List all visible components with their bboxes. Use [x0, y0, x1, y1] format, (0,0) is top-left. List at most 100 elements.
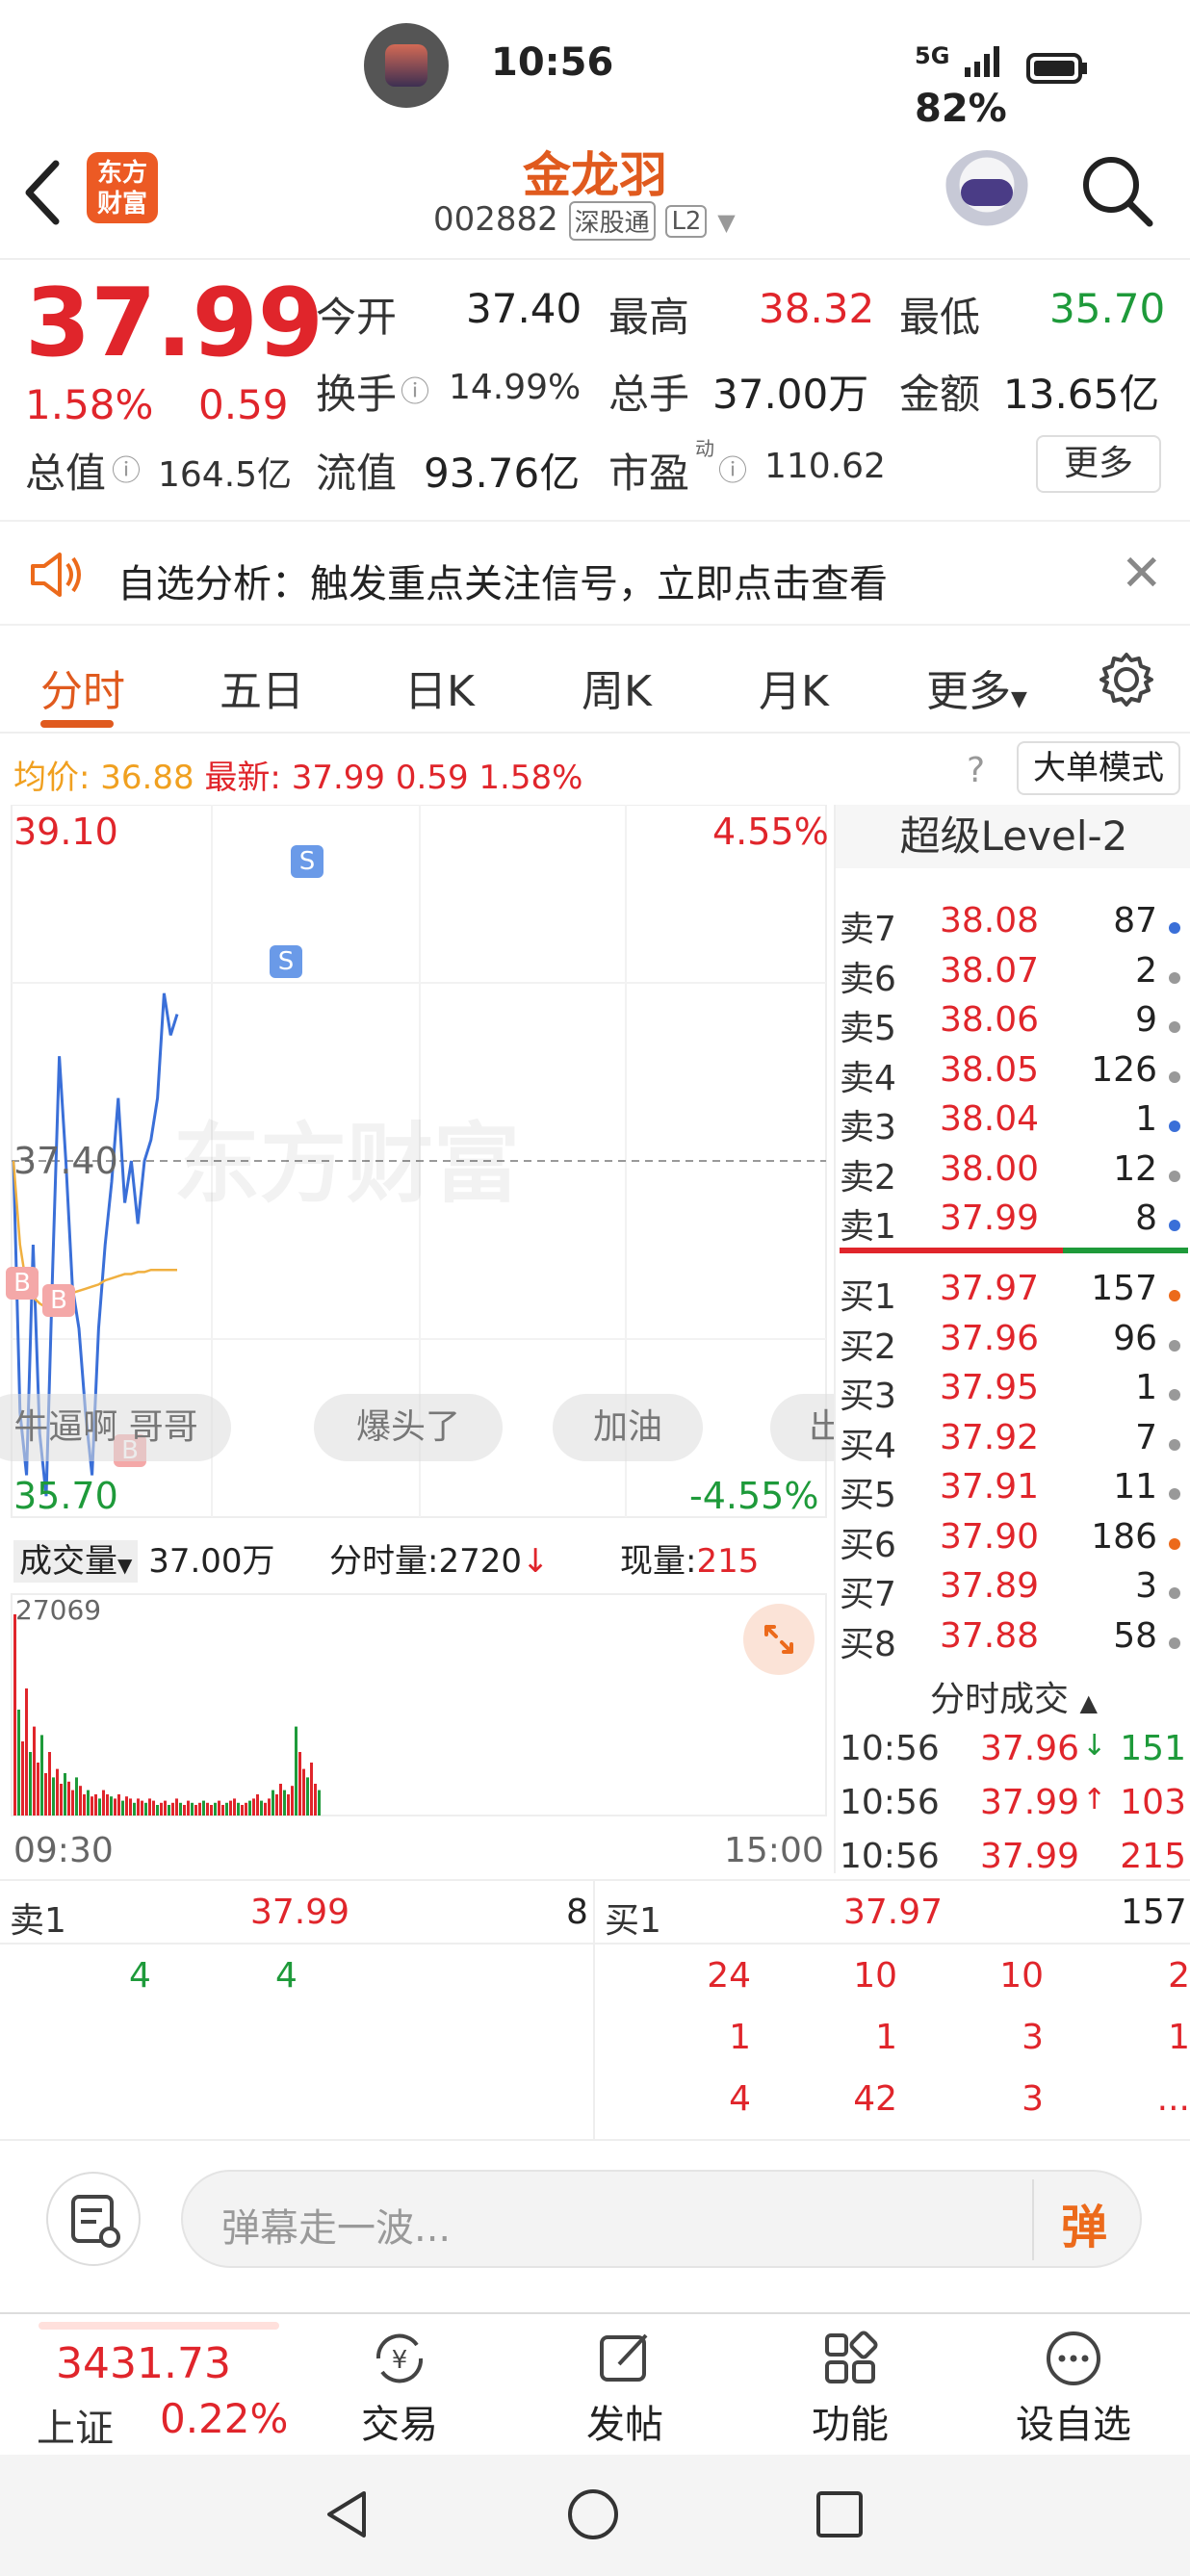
nav-post[interactable]: 发帖 [582, 2328, 668, 2449]
buy-level-row[interactable]: 买5 37.91 11 [836, 1467, 1190, 1517]
trade-volume: 103 [1120, 1783, 1186, 1822]
buy-level-row[interactable]: 买6 37.90 186 [836, 1517, 1190, 1567]
settings-gear-icon[interactable] [1098, 651, 1155, 712]
back-button[interactable] [17, 154, 75, 241]
sell-level-row[interactable]: 卖6 38.07 2 [836, 951, 1190, 1001]
send-danmu-button[interactable]: 弹 [1061, 2189, 1107, 2256]
level-label: 买7 [840, 1575, 896, 1614]
volume-selector[interactable]: 成交量▼ [13, 1540, 139, 1583]
index-value[interactable]: 3431.73 [56, 2339, 231, 2388]
volume-bar [148, 1798, 151, 1816]
recording-avatar[interactable] [364, 23, 449, 108]
level-dot [1169, 1170, 1180, 1182]
info-icon[interactable]: ⓘ [401, 368, 429, 410]
buy-level-row[interactable]: 买8 37.88 58 [836, 1616, 1190, 1666]
brand-logo[interactable]: 东方 财富 [87, 152, 158, 223]
comment-list-icon[interactable] [46, 2172, 141, 2266]
stock-header: 东方 财富 金龙羽 002882 深股通 L2 ▼ [0, 135, 1190, 260]
tab-weekly-k[interactable]: 周K [582, 657, 652, 718]
volume-bar [75, 1777, 78, 1816]
battery-icon [1026, 50, 1088, 84]
level-dot [1169, 1537, 1180, 1550]
volume-bar [21, 1741, 24, 1816]
tab-intraday[interactable]: 分时 [40, 657, 125, 718]
home-circle-icon[interactable] [564, 2486, 622, 2547]
buy-marker[interactable]: B [42, 1284, 75, 1317]
latest-percent: 1.58% [479, 759, 583, 797]
queue-buy-order: 1 [875, 2018, 897, 2057]
sell-marker[interactable]: S [291, 845, 323, 878]
close-icon[interactable]: ✕ [1121, 545, 1163, 603]
sell-marker[interactable]: S [270, 945, 302, 978]
tab-five-day[interactable]: 五日 [220, 657, 304, 718]
tab-monthly-k[interactable]: 月K [759, 657, 829, 718]
stock-code-row[interactable]: 002882 深股通 L2 ▼ [433, 200, 736, 241]
buy-level-row[interactable]: 买7 37.89 3 [836, 1566, 1190, 1616]
volume-bar [168, 1805, 170, 1816]
turnover-label: 换手 [316, 371, 398, 418]
volume-bar [125, 1796, 128, 1816]
volume-bar [52, 1777, 55, 1816]
level-volume: 96 [1113, 1318, 1157, 1358]
robot-assistant-icon[interactable] [944, 150, 1030, 237]
level-label: 买6 [840, 1525, 896, 1565]
sell-level-row[interactable]: 卖1 37.99 8 [836, 1198, 1190, 1249]
trades-title[interactable]: 分时成交 ▲ [836, 1671, 1190, 1721]
float-value: 93.76亿 [424, 450, 581, 497]
order-book-title[interactable]: 超级Level-2 [836, 805, 1190, 868]
volume-bar [314, 1784, 317, 1816]
nav-functions[interactable]: 功能 [807, 2328, 893, 2449]
expand-icon[interactable] [743, 1604, 815, 1675]
index-name[interactable]: 上证 [37, 2397, 114, 2453]
big-order-mode-button[interactable]: 大单模式 [1017, 741, 1180, 795]
nav-watchlist[interactable]: 设自选 [1011, 2328, 1136, 2449]
buy-marker[interactable]: B [6, 1267, 39, 1300]
volume-bar [33, 1726, 36, 1816]
level-label: 卖5 [840, 1009, 896, 1048]
info-icon[interactable]: ⓘ [718, 447, 747, 489]
level-volume: 8 [1135, 1198, 1157, 1238]
index-percent[interactable]: 0.22% [160, 2395, 288, 2442]
volume-bar [210, 1805, 213, 1816]
search-icon[interactable] [1078, 152, 1155, 229]
back-triangle-icon[interactable] [318, 2486, 375, 2547]
level-volume: 11 [1113, 1467, 1157, 1507]
info-icon[interactable]: ⓘ [112, 447, 141, 489]
buy-level-row[interactable]: 买1 37.97 157 [836, 1269, 1190, 1319]
sell-level-row[interactable]: 卖4 38.05 126 [836, 1050, 1190, 1100]
logo-text-2: 财富 [96, 190, 147, 219]
current-price: 37.99 [25, 269, 323, 378]
open-label: 今开 [316, 294, 398, 341]
watermark: 东方财富 [173, 1114, 520, 1215]
queue-buy-vol: 157 [1121, 1893, 1187, 1932]
buy-level-row[interactable]: 买3 37.95 1 [836, 1368, 1190, 1418]
volume-bar [44, 1773, 47, 1816]
alert-banner[interactable]: 自选分析：触发重点关注信号，立即点击查看 ✕ [0, 520, 1190, 626]
intraday-chart[interactable]: 东方财富 39.10 4.55% 37.40 35.70 -4.55% S S … [0, 805, 834, 1873]
help-icon[interactable]: ? [967, 751, 985, 790]
sell-level-row[interactable]: 卖7 38.08 87 [836, 901, 1190, 951]
sell-level-row[interactable]: 卖2 38.00 12 [836, 1149, 1190, 1199]
buy-level-row[interactable]: 买4 37.92 7 [836, 1418, 1190, 1468]
nav-trade[interactable]: ¥ 交易 [356, 2328, 443, 2449]
level-dot [1169, 1290, 1180, 1301]
divider [593, 1881, 595, 2141]
dropdown-icon: ▼ [717, 209, 736, 236]
triangle-up-icon: ▲ [1079, 1689, 1098, 1716]
sell-level-row[interactable]: 卖3 38.04 1 [836, 1099, 1190, 1149]
tab-more[interactable]: 更多▼ [926, 657, 1027, 718]
status-bar: 10:56 5G 82% [0, 0, 1190, 135]
battery-level: 82% [915, 87, 1007, 131]
recents-square-icon[interactable] [811, 2486, 868, 2547]
trade-row: 10:56 37.96 ↓ 151 [836, 1729, 1190, 1779]
sell-level-row[interactable]: 卖5 38.06 9 [836, 1000, 1190, 1050]
buy-level-row[interactable]: 买2 37.96 96 [836, 1319, 1190, 1369]
queue-header [0, 1881, 1190, 1945]
danmu-bubble: 加油 [553, 1394, 703, 1461]
danmu-input[interactable]: 弹幕走一波... 弹 [181, 2170, 1142, 2268]
tab-daily-k[interactable]: 日K [404, 657, 475, 718]
queue-strip: 卖1 37.99 8 买1 37.97 157 4 4 24 10 10 2 1 1 3 1 4… [0, 1879, 1190, 2141]
volume-bar [171, 1802, 174, 1816]
volume-bar [87, 1790, 90, 1816]
more-button[interactable]: 更多 [1036, 435, 1161, 493]
